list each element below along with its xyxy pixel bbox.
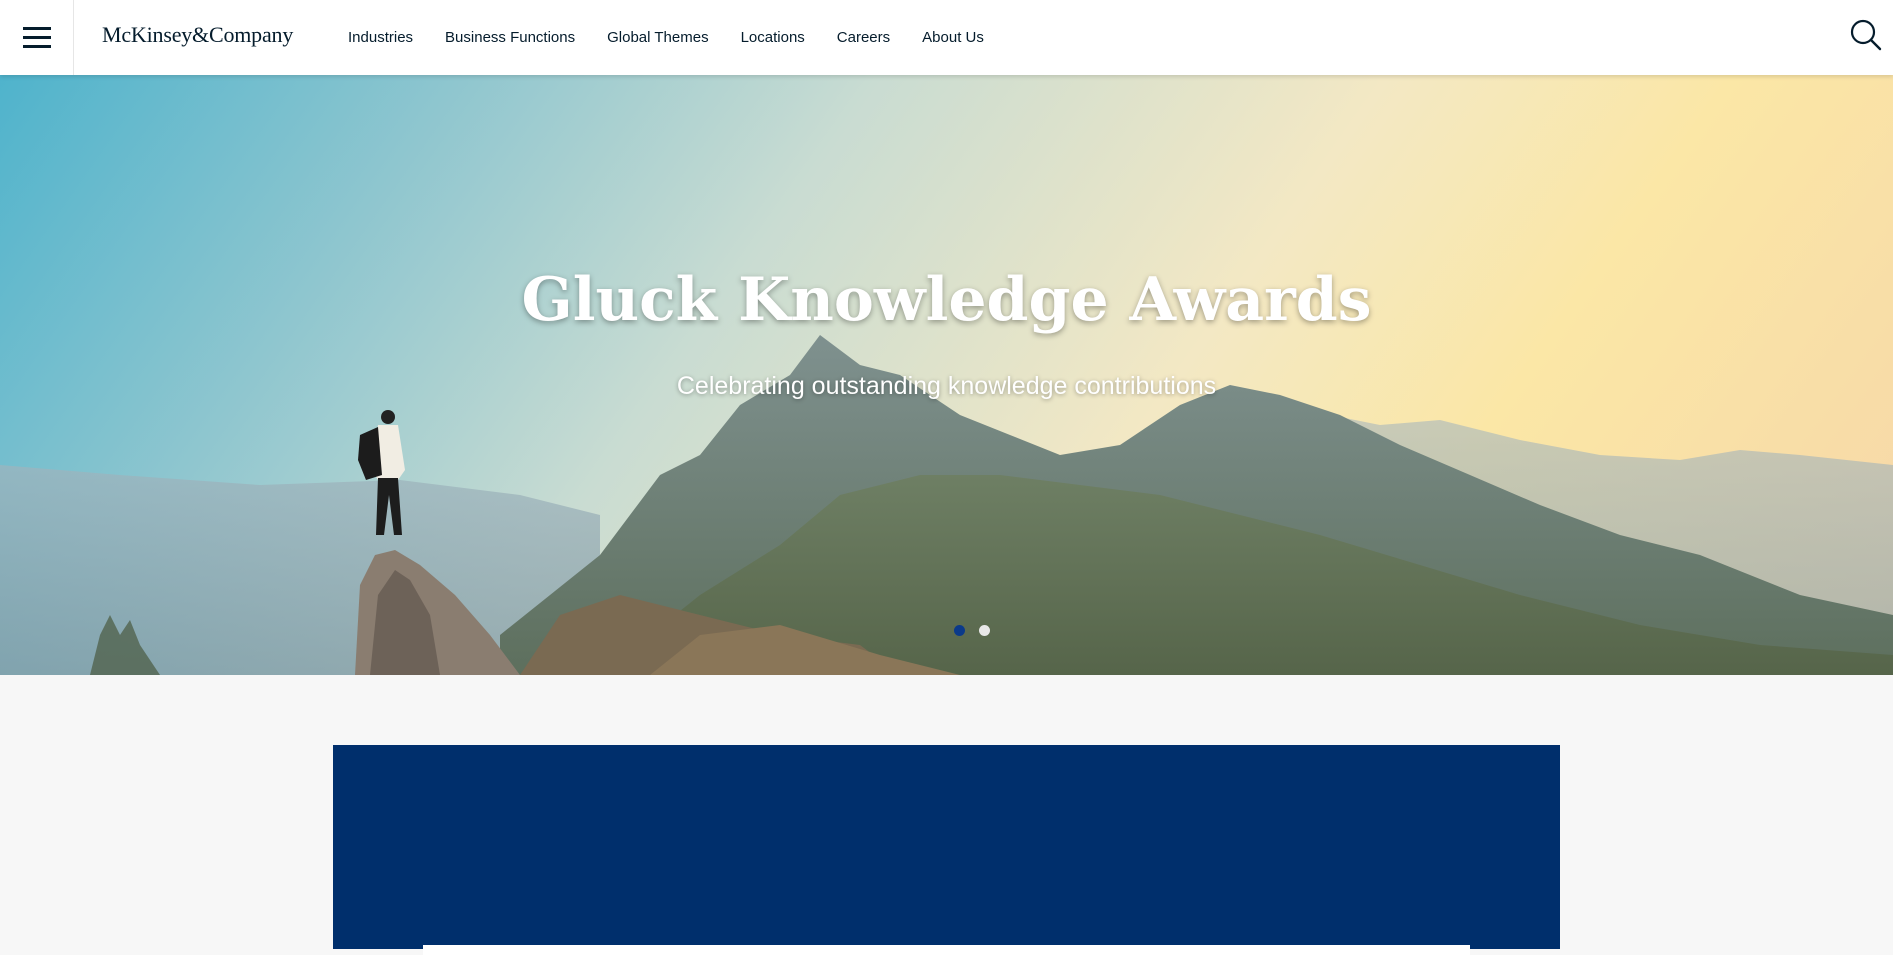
nav-item-global-themes[interactable]: Global Themes: [607, 29, 708, 46]
main-nav: Industries Business Functions Global The…: [348, 0, 1016, 75]
hero-subtitle: Celebrating outstanding knowledge contri…: [676, 372, 1217, 400]
nav-item-careers[interactable]: Careers: [837, 29, 890, 46]
nav-item-about-us[interactable]: About Us: [922, 29, 984, 46]
feature-card: [423, 945, 1470, 955]
site-header: McKinsey&Company Industries Business Fun…: [0, 0, 1893, 75]
hamburger-menu-icon[interactable]: [0, 0, 74, 75]
carousel-dot-1[interactable]: [954, 625, 965, 636]
nav-item-industries[interactable]: Industries: [348, 29, 413, 46]
hero-banner: Gluck Knowledge Awards Celebrating outst…: [0, 75, 1893, 675]
feature-panel: [333, 745, 1560, 949]
nav-item-locations[interactable]: Locations: [741, 29, 805, 46]
brand-logo[interactable]: McKinsey&Company: [102, 22, 293, 48]
hero-title: Gluck Knowledge Awards: [521, 265, 1372, 335]
search-icon[interactable]: [1849, 18, 1883, 52]
carousel-dots: [954, 625, 990, 636]
nav-item-business-functions[interactable]: Business Functions: [445, 29, 575, 46]
carousel-dot-2[interactable]: [979, 625, 990, 636]
